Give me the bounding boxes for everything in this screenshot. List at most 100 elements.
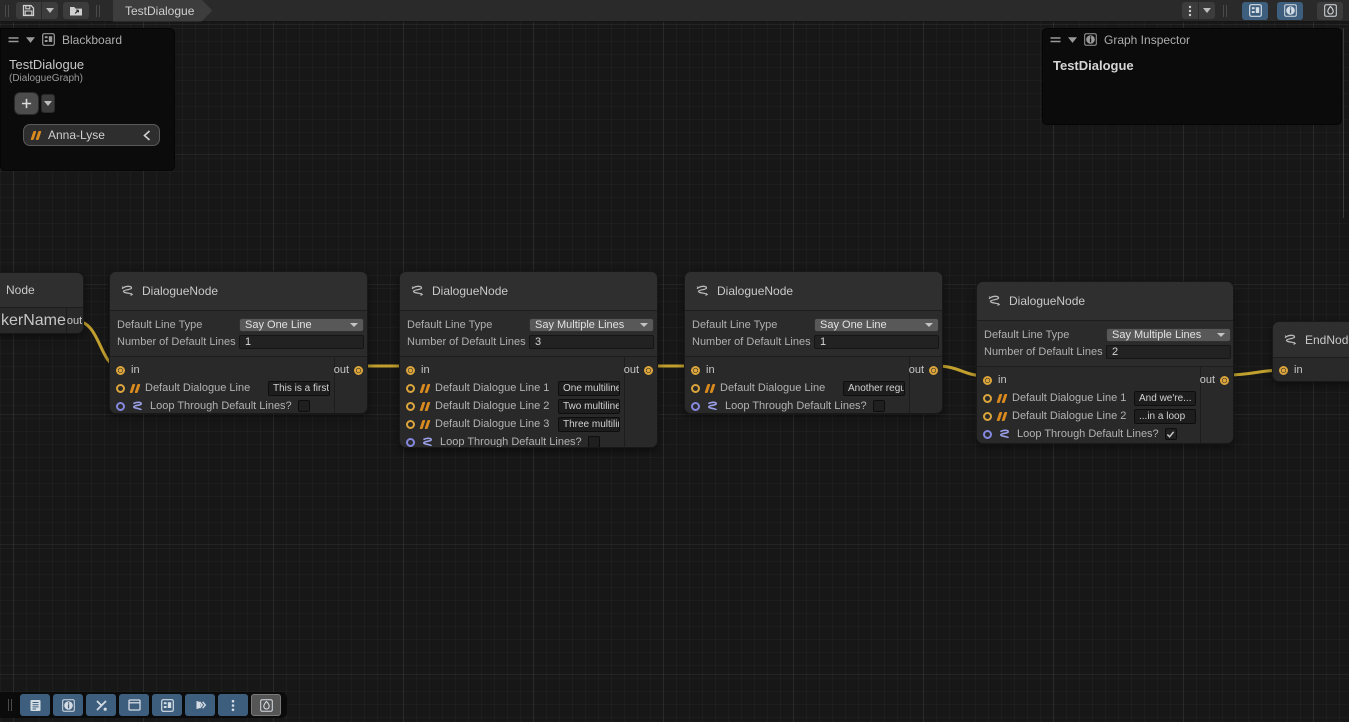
drag-handle-icon[interactable] [8,36,19,44]
in-port[interactable] [983,376,992,385]
line-type-dropdown[interactable]: Say One Line [239,318,364,332]
dialogue-node-3[interactable]: DialogueNode Default Line Type Say One L… [684,271,943,414]
in-port-label: in [421,364,430,376]
quote-icon [420,420,431,429]
inspector-button[interactable] [53,694,83,716]
loop-label: Loop Through Default Lines? [150,400,292,412]
in-port[interactable] [406,366,415,375]
quote-icon [130,384,141,393]
dialogue-node-2[interactable]: DialogueNode Default Line Type Say Multi… [399,271,658,448]
count-field[interactable]: 3 [529,335,654,349]
loop-port[interactable] [406,438,415,447]
count-field[interactable]: 1 [239,335,364,349]
speaker-node[interactable]: Node kerName out [0,272,84,334]
line-text-field[interactable]: Another regu [843,381,905,396]
count-label: Number of Default Lines [117,336,236,348]
loop-port[interactable] [691,402,700,411]
collapse-arrow-icon[interactable] [26,37,35,43]
line-type-dropdown[interactable]: Say One Line [814,318,939,332]
loop-checkbox[interactable] [873,400,885,412]
line-label: Default Dialogue Line 2 [1012,410,1126,422]
dialogue-node-icon [120,285,135,297]
line-port[interactable] [406,420,415,429]
save-icon [22,4,35,17]
line-type-dropdown[interactable]: Say Multiple Lines [1106,328,1231,342]
graph-inspector-panel: Graph Inspector TestDialogue [1042,28,1342,125]
toggle-blackboard-button[interactable] [1242,2,1268,20]
inspected-graph-name: TestDialogue [1043,50,1341,73]
loop-icon [131,401,144,412]
line-text-field[interactable]: And we're... [1134,391,1196,406]
out-port[interactable] [644,366,653,375]
blackboard-button[interactable] [152,694,182,716]
loop-port[interactable] [116,402,125,411]
line-label: Default Dialogue Line 1 [435,382,549,394]
more-options-button[interactable] [218,694,248,716]
count-field[interactable]: 1 [814,335,939,349]
chevron-left-icon[interactable] [143,130,151,141]
end-node[interactable]: EndNode in [1272,321,1349,382]
line-port[interactable] [691,384,700,393]
panel-resize-line[interactable] [1343,28,1344,218]
line-port[interactable] [983,412,992,421]
out-port[interactable] [929,366,938,375]
open-asset-button[interactable] [63,2,89,19]
console-button[interactable] [20,694,50,716]
dialogue-node-4[interactable]: DialogueNode Default Line Type Say Multi… [976,281,1234,444]
line-text-field[interactable]: Two multiline [558,399,620,414]
loop-checkbox[interactable] [1165,428,1177,440]
line-port[interactable] [406,402,415,411]
line-port[interactable] [116,384,125,393]
line-type-label: Default Line Type [692,319,777,331]
tools-button[interactable] [86,694,116,716]
toggle-inspector-button[interactable] [1277,2,1303,20]
overflow-menu-dropdown[interactable] [1199,2,1215,19]
count-field[interactable]: 2 [1106,345,1231,359]
playmode-debug-button[interactable] [185,694,215,716]
line-port[interactable] [983,394,992,403]
out-port-label: out [67,315,82,327]
line-text-field[interactable]: ...in a loop [1134,409,1196,424]
save-options-dropdown[interactable] [42,2,58,19]
tab-testdialogue[interactable]: TestDialogue [113,0,212,22]
blackboard-icon [42,33,55,46]
toolbar-drag-handle[interactable] [8,699,12,711]
loop-checkbox[interactable] [298,400,310,412]
in-port[interactable] [691,366,700,375]
loop-label: Loop Through Default Lines? [725,400,867,412]
save-button[interactable] [16,2,41,19]
dialogue-node-1[interactable]: DialogueNode Default Line Type Say One L… [109,271,368,414]
out-port-label: out [909,364,924,376]
out-port-label: out [334,364,349,376]
add-property-button[interactable] [14,92,39,115]
folder-open-icon [69,5,83,17]
in-port[interactable] [1279,366,1288,375]
in-port[interactable] [116,366,125,375]
collapse-arrow-icon[interactable] [1068,37,1077,43]
info-icon [62,699,75,712]
out-port[interactable] [354,366,363,375]
line-port[interactable] [406,384,415,393]
end-node-icon [1283,334,1298,346]
debugger-flame-button[interactable] [251,694,281,716]
line-type-dropdown[interactable]: Say Multiple Lines [529,318,654,332]
overflow-menu-button[interactable] [1182,2,1198,19]
loop-icon [421,437,434,448]
quote-icon [31,131,42,140]
window-button[interactable] [119,694,149,716]
drag-handle-icon[interactable] [1050,36,1061,44]
toggle-debugger-button[interactable] [1317,2,1343,20]
loop-port[interactable] [983,430,992,439]
toolbar-drag-handle[interactable] [5,5,9,17]
loop-checkbox[interactable] [588,436,600,448]
chevron-down-icon [44,101,52,106]
count-label: Number of Default Lines [692,336,811,348]
loop-icon [998,429,1011,440]
line-text-field[interactable]: One multiline [558,381,620,396]
add-property-dropdown[interactable] [41,94,55,113]
line-text-field[interactable]: Three multilin [558,417,620,432]
blackboard-property[interactable]: Anna-Lyse [23,124,160,146]
flame-icon [1324,4,1337,17]
line-text-field[interactable]: This is a first [268,381,330,396]
out-port[interactable] [1220,376,1229,385]
